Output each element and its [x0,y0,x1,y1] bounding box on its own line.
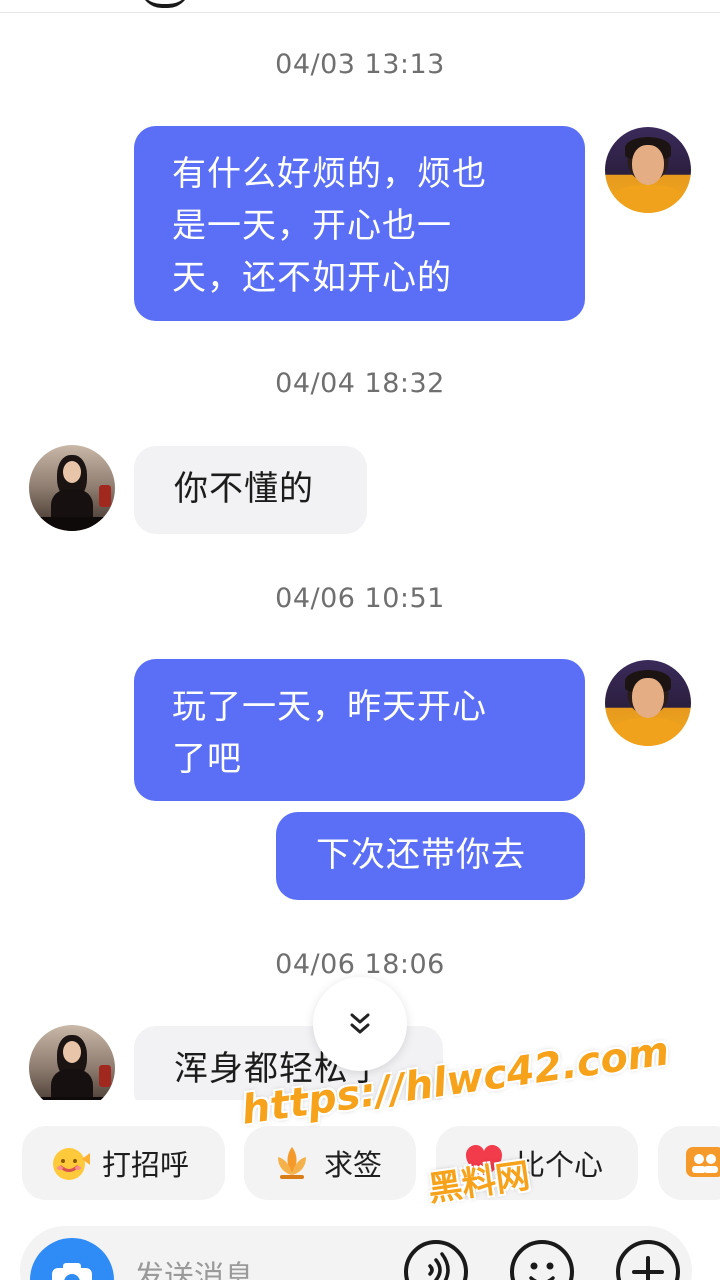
scroll-to-bottom-button[interactable] [313,977,407,1071]
lotus-icon [278,1147,306,1179]
timestamp: 04/03 13:13 [275,49,445,80]
message-line: 是一天，开心也一 [172,206,452,246]
smile-wave-icon [53,1148,90,1180]
my-avatar[interactable] [605,127,691,213]
header-divider [0,12,720,13]
voice-button[interactable] [404,1240,468,1280]
chat-screen: 04/03 13:13 有什么好烦的，烦也 是一天，开心也一 天，还不如开心的 … [0,0,720,1280]
message-line: 下次还带你去 [316,835,526,875]
message-line: 天，还不如开心的 [172,258,452,298]
message-bubble-sent[interactable]: 下次还带你去 [276,812,585,900]
timestamp: 04/04 18:32 [275,368,445,399]
plus-button[interactable] [616,1240,680,1280]
camera-icon [52,1263,92,1280]
quick-action-greet[interactable]: 打招呼 [22,1126,225,1200]
quick-actions-bar: 打招呼 求签 比个心 [0,1112,720,1216]
contact-avatar[interactable] [29,445,115,531]
top-status-arc [140,0,190,8]
chip-label: 求签 [324,1148,383,1182]
message-input-bar: 发送消息 [0,1216,720,1280]
camera-button[interactable] [30,1238,114,1280]
message-bubble-sent[interactable]: 有什么好烦的，烦也 是一天，开心也一 天，还不如开心的 [134,126,585,321]
message-line: 浑身都轻松了 [174,1049,384,1089]
message-line: 了吧 [172,739,242,779]
message-input-field[interactable] [20,1226,692,1280]
chip-label: 比个心 [516,1148,604,1182]
emoji-icon [529,1262,555,1280]
group-chat-icon [686,1147,720,1177]
message-input-placeholder: 发送消息 [134,1260,254,1280]
quick-action-group[interactable] [658,1126,720,1200]
heart-icon [466,1145,502,1179]
quick-action-fortune[interactable]: 求签 [244,1126,416,1200]
message-bubble-sent[interactable]: 玩了一天，昨天开心 了吧 [134,659,585,801]
message-line: 你不懂的 [174,469,314,509]
message-line: 玩了一天，昨天开心 [172,687,487,727]
timestamp: 04/06 10:51 [275,583,445,614]
my-avatar[interactable] [605,660,691,746]
contact-avatar[interactable] [29,1025,115,1111]
double-chevron-down-icon [350,1013,370,1034]
chip-label: 打招呼 [102,1148,190,1182]
message-bubble-received[interactable]: 你不懂的 [134,446,367,534]
message-line: 有什么好烦的，烦也 [172,154,487,194]
voice-icon [428,1252,450,1280]
plus-icon [632,1256,664,1280]
quick-action-heart[interactable]: 比个心 [436,1126,638,1200]
emoji-button[interactable] [510,1240,574,1280]
